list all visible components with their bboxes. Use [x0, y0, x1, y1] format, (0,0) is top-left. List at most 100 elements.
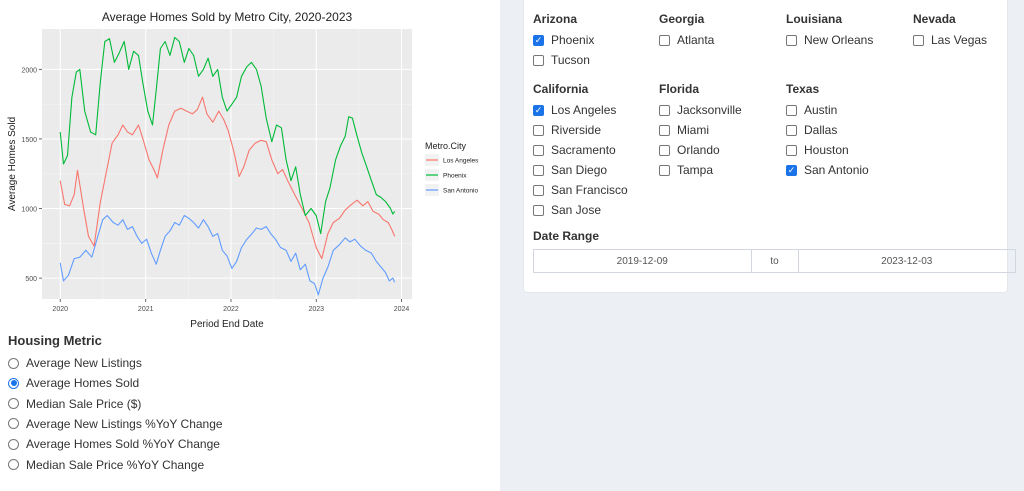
radio-button[interactable]: [8, 398, 19, 410]
city-label: Riverside: [551, 123, 602, 137]
state-name: Florida: [659, 82, 700, 96]
city-label: New Orleans: [804, 33, 874, 47]
checkbox-icon[interactable]: [786, 124, 797, 136]
city-checkbox-sacramento[interactable]: Sacramento: [533, 140, 653, 160]
checkbox-icon[interactable]: [786, 104, 797, 116]
state-name: Nevada: [913, 12, 956, 26]
homes-sold-chart: Average Homes Sold by Metro City, 2020-2…: [7, 10, 479, 330]
city-checkbox-tucson[interactable]: Tucson: [533, 50, 653, 70]
checkbox-icon[interactable]: [533, 124, 544, 136]
city-label: Miami: [677, 123, 709, 137]
city-checkbox-san-antonio[interactable]: ✓ San Antonio: [786, 160, 906, 180]
checkbox-icon[interactable]: [786, 34, 797, 46]
state-name: California: [533, 82, 589, 96]
y-tick-label: 2000: [21, 67, 37, 74]
legend-label: Phoenix: [443, 173, 467, 180]
chart-title: Average Homes Sold by Metro City, 2020-2…: [102, 10, 353, 24]
city-label: Dallas: [804, 123, 838, 137]
city-checkbox-new-orleans[interactable]: New Orleans: [786, 30, 906, 50]
metric-option-label: Average Homes Sold %YoY Change: [26, 437, 220, 452]
radio-button[interactable]: [8, 459, 19, 470]
checkbox-icon[interactable]: [659, 34, 670, 46]
state-group-nevada: Nevada Las Vegas: [913, 10, 1024, 50]
metric-option-average-homes-sold-yoy-change[interactable]: Average Homes Sold %YoY Change: [8, 435, 220, 453]
y-axis-label: Average Homes Sold: [7, 117, 18, 211]
state-group-arizona: Arizona ✓ Phoenix Tucson: [533, 10, 653, 70]
state-name: Arizona: [533, 12, 578, 26]
x-tick-label: 2023: [308, 306, 324, 313]
city-checkbox-houston[interactable]: Houston: [786, 140, 906, 160]
state-group-louisiana: Louisiana New Orleans: [786, 10, 906, 50]
checkbox-icon[interactable]: [659, 164, 670, 176]
city-label: Atlanta: [677, 33, 715, 47]
checkbox-icon[interactable]: [533, 144, 544, 156]
metric-option-label: Median Sale Price ($): [26, 396, 142, 411]
city-label: Los Angeles: [551, 103, 617, 117]
metric-option-median-sale-price-yoy-change[interactable]: Median Sale Price %YoY Change: [8, 456, 204, 474]
city-checkbox-austin[interactable]: Austin: [786, 100, 906, 120]
legend-label: Los Angeles: [443, 158, 479, 165]
city-checkbox-atlanta[interactable]: Atlanta: [659, 30, 779, 50]
checkbox-icon[interactable]: [659, 124, 670, 136]
radio-button[interactable]: [8, 438, 19, 450]
city-checkbox-tampa[interactable]: Tampa: [659, 160, 779, 180]
metric-option-median-sale-price[interactable]: Median Sale Price ($): [8, 395, 141, 413]
checkbox-icon[interactable]: [659, 104, 670, 116]
checkbox-icon[interactable]: [533, 204, 544, 216]
date-range-input: 2019-12-09 to 2023-12-03: [533, 249, 1016, 273]
metric-option-label: Average New Listings %YoY Change: [26, 416, 223, 431]
city-label: Sacramento: [551, 143, 616, 157]
city-label: Orlando: [677, 143, 720, 157]
plot-panel: Average Homes Sold by Metro City, 2020-2…: [0, 0, 500, 491]
x-tick-label: 2021: [138, 306, 154, 313]
city-checkbox-dallas[interactable]: Dallas: [786, 120, 906, 140]
state-group-florida: Florida Jacksonville Miami Orlando Tampa: [659, 80, 779, 180]
city-checkbox-phoenix[interactable]: ✓ Phoenix: [533, 30, 653, 50]
checkbox-icon[interactable]: [786, 144, 797, 156]
state-group-texas: Texas Austin Dallas Houston ✓ San Antonio: [786, 80, 906, 180]
metric-option-average-new-listings-yoy-change[interactable]: Average New Listings %YoY Change: [8, 415, 223, 433]
city-checkbox-san-jose[interactable]: San Jose: [533, 200, 653, 220]
chart-legend: Los Angeles Phoenix San Antonio: [425, 154, 479, 196]
city-checkbox-jacksonville[interactable]: Jacksonville: [659, 100, 779, 120]
y-axis-ticks: 500 1000 1500 2000: [21, 67, 42, 283]
y-tick-label: 500: [25, 276, 37, 283]
city-checkbox-las-vegas[interactable]: Las Vegas: [913, 30, 1024, 50]
x-tick-label: 2020: [52, 306, 68, 313]
radio-button[interactable]: [8, 377, 19, 389]
legend-title: Metro.City: [425, 141, 467, 151]
checkbox-icon[interactable]: [659, 144, 670, 156]
city-checkbox-san-francisco[interactable]: San Francisco: [533, 180, 653, 200]
city-label: San Jose: [551, 203, 602, 217]
state-name: Georgia: [659, 12, 705, 26]
checkbox-icon[interactable]: [533, 184, 544, 196]
date-start-input[interactable]: 2019-12-09: [534, 250, 751, 272]
city-label: San Francisco: [551, 183, 628, 197]
housing-metric-title: Housing Metric: [8, 333, 102, 348]
city-checkbox-miami[interactable]: Miami: [659, 120, 779, 140]
city-checkbox-orlando[interactable]: Orlando: [659, 140, 779, 160]
city-checkbox-los-angeles[interactable]: ✓ Los Angeles: [533, 100, 653, 120]
metric-option-label: Median Sale Price %YoY Change: [26, 457, 205, 472]
x-axis-ticks: 2020 2021 2022 2023 2024: [52, 299, 409, 313]
date-end-input[interactable]: 2023-12-03: [799, 250, 1016, 272]
city-label: San Antonio: [804, 163, 869, 177]
checkmark-icon[interactable]: ✓: [533, 34, 544, 46]
city-label: Tucson: [551, 53, 590, 67]
checkbox-icon[interactable]: [533, 164, 544, 176]
checkmark-icon[interactable]: ✓: [533, 104, 544, 116]
state-group-california: California ✓ Los Angeles Riverside Sacrament…: [533, 80, 653, 220]
state-name: Louisiana: [786, 12, 843, 26]
city-label: Jacksonville: [677, 103, 742, 117]
radio-button[interactable]: [8, 357, 19, 369]
city-checkbox-san-diego[interactable]: San Diego: [533, 160, 653, 180]
metric-option-average-homes-sold[interactable]: Average Homes Sold: [8, 374, 139, 392]
checkbox-icon[interactable]: [533, 54, 544, 66]
state-group-georgia: Georgia Atlanta: [659, 10, 779, 50]
metric-option-label: Average New Listings: [26, 356, 142, 370]
metric-option-average-new-listings[interactable]: Average New Listings: [8, 354, 142, 372]
city-checkbox-riverside[interactable]: Riverside: [533, 120, 653, 140]
radio-button[interactable]: [8, 418, 19, 430]
checkmark-icon[interactable]: ✓: [786, 164, 797, 176]
checkbox-icon[interactable]: [913, 34, 924, 46]
